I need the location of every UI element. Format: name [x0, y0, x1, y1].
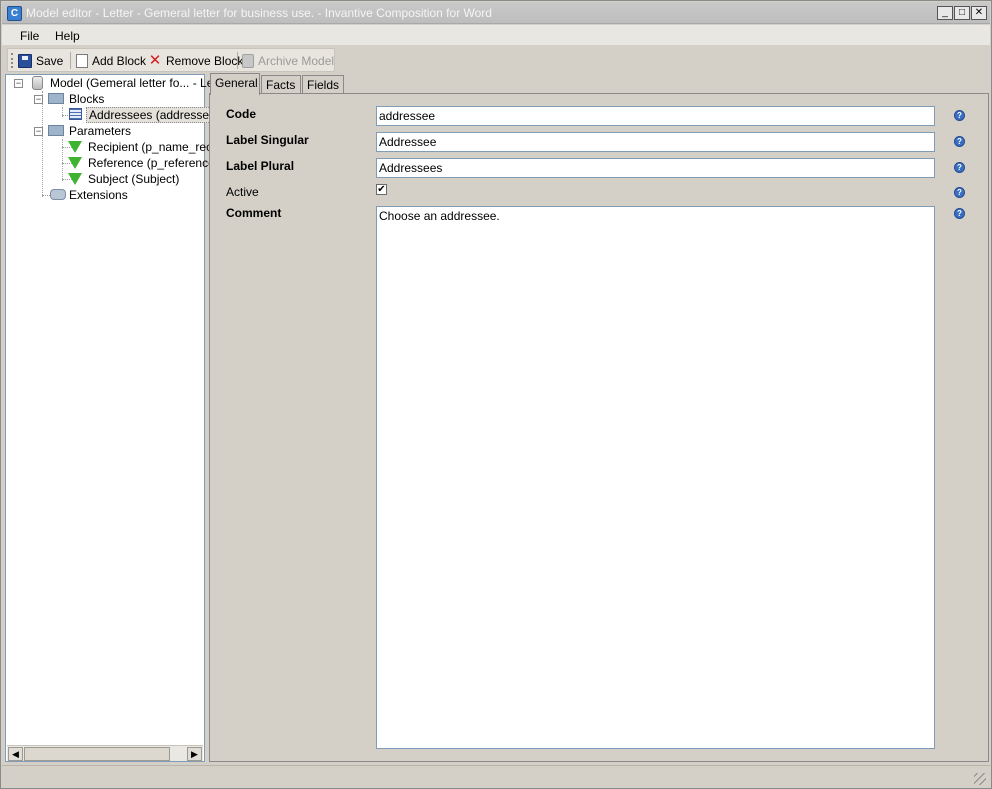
- help-icon[interactable]: ?: [954, 136, 965, 147]
- tree-item-parameters[interactable]: Parameters: [69, 123, 131, 139]
- tab-general[interactable]: General: [210, 73, 260, 95]
- filter-icon: [68, 141, 82, 153]
- save-label: Save: [36, 53, 64, 68]
- general-tab-page: Code ? Label Singular ? Label Plural ? A…: [209, 93, 989, 762]
- add-block-label: Add Block: [92, 53, 147, 68]
- delete-icon: ✕: [148, 51, 162, 69]
- filter-icon: [68, 157, 82, 169]
- comment-field[interactable]: Choose an addressee.: [376, 206, 935, 749]
- tree-item-recipient[interactable]: Recipient (p_name_recip: [88, 139, 221, 155]
- tree-horizontal-scrollbar[interactable]: ◀ ▶: [7, 745, 203, 761]
- close-button[interactable]: ✕: [971, 6, 987, 20]
- expander-parameters[interactable]: −: [34, 127, 43, 136]
- new-document-icon: [76, 53, 88, 68]
- help-icon[interactable]: ?: [954, 162, 965, 173]
- scroll-right-button[interactable]: ▶: [187, 747, 202, 761]
- comment-label: Comment: [226, 206, 282, 220]
- maximize-button[interactable]: □: [954, 6, 970, 20]
- remove-block-button[interactable]: ✕ Remove Block: [148, 51, 244, 69]
- menu-help[interactable]: Help: [55, 29, 80, 43]
- save-icon: [18, 53, 32, 68]
- tree-item-extensions[interactable]: Extensions: [69, 187, 128, 203]
- model-editor-window: C Model editor - Letter - Gemeral letter…: [0, 0, 992, 789]
- toolbar-separator: [70, 52, 71, 69]
- scroll-left-button[interactable]: ◀: [8, 747, 23, 761]
- expander-root[interactable]: −: [14, 79, 23, 88]
- extensions-icon: [50, 189, 66, 200]
- label-plural-field[interactable]: [376, 158, 935, 178]
- minimize-button[interactable]: _: [937, 6, 953, 20]
- code-label: Code: [226, 107, 256, 121]
- tree-line: [62, 139, 63, 181]
- toolbar: Save Add Block ✕ Remove Block Archive Mo…: [7, 48, 335, 72]
- archive-model-button[interactable]: Archive Model: [242, 52, 334, 69]
- help-icon[interactable]: ?: [954, 208, 965, 219]
- tree-item-addressees-label: Addressees (addressee): [86, 107, 223, 123]
- active-label: Active: [226, 185, 259, 199]
- save-button[interactable]: Save: [18, 52, 63, 69]
- toolbar-grip[interactable]: [11, 53, 14, 68]
- code-field[interactable]: [376, 106, 935, 126]
- title-bar: C Model editor - Letter - Gemeral letter…: [2, 2, 990, 24]
- table-icon: [69, 108, 82, 120]
- help-icon[interactable]: ?: [954, 187, 965, 198]
- scroll-thumb[interactable]: [24, 747, 170, 761]
- menu-file[interactable]: File: [20, 29, 39, 43]
- window-title: Model editor - Letter - Gemeral letter f…: [26, 6, 492, 20]
- toolbar-separator: [237, 52, 238, 69]
- resize-grip-icon[interactable]: [974, 773, 986, 785]
- remove-block-label: Remove Block: [166, 53, 244, 68]
- database-icon: [32, 76, 43, 90]
- app-icon: C: [7, 6, 22, 21]
- expander-blocks[interactable]: −: [34, 95, 43, 104]
- tree-item-reference[interactable]: Reference (p_reference): [88, 155, 219, 171]
- tab-fields[interactable]: Fields: [302, 75, 344, 95]
- filter-icon: [68, 173, 82, 185]
- archive-model-label: Archive Model: [258, 53, 335, 68]
- label-singular-field[interactable]: [376, 132, 935, 152]
- tree-item-model[interactable]: Model (Gemeral letter fo... - Lette: [50, 75, 227, 91]
- tree-item-subject[interactable]: Subject (Subject): [88, 171, 179, 187]
- tree-item-addressees[interactable]: Addressees (addressee): [86, 107, 223, 123]
- label-plural-label: Label Plural: [226, 159, 295, 173]
- folder-icon: [48, 93, 64, 104]
- archive-icon: [242, 53, 254, 68]
- menu-bar: File Help: [2, 25, 990, 45]
- tab-facts[interactable]: Facts: [261, 75, 301, 95]
- help-icon[interactable]: ?: [954, 110, 965, 121]
- tree-line: [42, 91, 43, 197]
- model-tree[interactable]: − Model (Gemeral letter fo... - Lette − …: [5, 74, 227, 762]
- add-block-button[interactable]: Add Block: [76, 52, 146, 69]
- label-singular-label: Label Singular: [226, 133, 309, 147]
- active-checkbox[interactable]: ✔: [376, 184, 387, 195]
- parameters-folder-icon: [48, 125, 64, 136]
- status-bar: [2, 765, 990, 788]
- tree-item-blocks[interactable]: Blocks: [69, 91, 104, 107]
